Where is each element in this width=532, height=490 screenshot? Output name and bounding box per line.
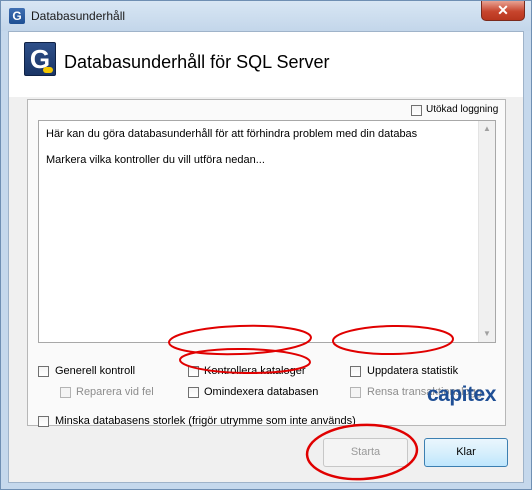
extended-logging-label: Utökad loggning (426, 104, 499, 115)
header-banner: G Databasunderhåll för SQL Server (9, 32, 523, 97)
update-statistics-label: Uppdatera statistik (367, 365, 459, 377)
dialog-client-area: G Databasunderhåll för SQL Server Utökad… (8, 31, 524, 483)
app-icon: G (9, 8, 25, 24)
window-title: Databasunderhåll (31, 9, 126, 23)
general-check-checkbox[interactable] (38, 366, 49, 377)
truncate-log-checkbox[interactable] (350, 387, 361, 398)
options-panel: Utökad loggning Här kan du göra databasu… (27, 99, 506, 427)
reindex-database-checkbox[interactable] (188, 387, 199, 398)
check-catalogs-label: Kontrollera kataloger (204, 365, 306, 377)
general-check-label: Generell kontroll (55, 365, 136, 377)
title-bar[interactable]: G Databasunderhåll ✕ (1, 1, 531, 31)
repair-on-error-checkbox[interactable] (60, 387, 71, 398)
description-line: Här kan du göra databasunderhåll för att… (46, 128, 418, 140)
reindex-database-label: Omindexera databasen (204, 386, 319, 398)
vertical-scrollbar[interactable]: ▲ ▼ (478, 121, 495, 342)
check-catalogs-checkbox[interactable] (188, 366, 199, 377)
close-window-button[interactable]: ✕ (481, 1, 525, 21)
done-button[interactable]: Klar (424, 438, 508, 467)
scroll-up-arrow-icon[interactable]: ▲ (479, 121, 495, 137)
shrink-database-checkbox[interactable] (38, 416, 49, 427)
page-title: Databasunderhåll för SQL Server (64, 52, 330, 72)
description-textbox[interactable]: Här kan du göra databasunderhåll för att… (38, 120, 496, 343)
dialog-window: G Databasunderhåll ✕ G Databasunderhåll … (0, 0, 532, 490)
update-statistics-checkbox[interactable] (350, 366, 361, 377)
repair-on-error-label: Reparera vid fel (76, 386, 154, 398)
shrink-database-label: Minska databasens storlek (frigör utrymm… (55, 415, 356, 427)
scroll-down-arrow-icon[interactable]: ▼ (479, 326, 495, 342)
description-line: Markera vilka kontroller du vill utföra … (46, 154, 265, 166)
capitex-logo: capitex (427, 383, 496, 406)
start-button[interactable]: Starta (323, 438, 408, 467)
extended-logging-checkbox[interactable] (411, 105, 422, 116)
capitex-app-logo-icon: G (24, 42, 56, 76)
